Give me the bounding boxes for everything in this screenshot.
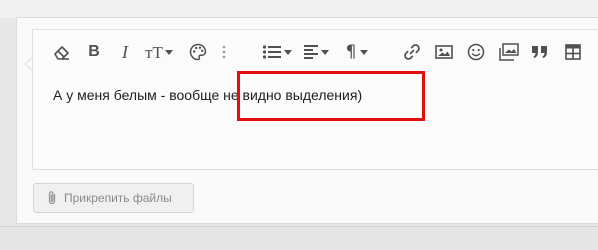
quote-icon bbox=[532, 46, 547, 58]
insert-table-button[interactable] bbox=[562, 39, 584, 65]
chevron-down-icon bbox=[284, 49, 292, 55]
italic-button[interactable]: I bbox=[117, 39, 133, 65]
chevron-down-icon bbox=[321, 49, 329, 55]
text-color-button[interactable] bbox=[187, 39, 209, 65]
insert-image-button[interactable] bbox=[433, 39, 455, 65]
attach-files-button[interactable]: Прикрепить файлы bbox=[33, 183, 194, 213]
font-size-dropdown[interactable]: тT bbox=[142, 39, 176, 65]
list-icon bbox=[262, 45, 281, 59]
media-icon bbox=[499, 43, 519, 61]
align-icon bbox=[304, 45, 318, 59]
link-button[interactable] bbox=[401, 39, 423, 65]
paperclip-icon bbox=[48, 191, 56, 205]
insert-media-button[interactable] bbox=[497, 39, 521, 65]
more-options-button[interactable] bbox=[219, 39, 229, 65]
palette-icon bbox=[189, 43, 207, 61]
list-dropdown[interactable] bbox=[261, 39, 293, 65]
bottom-background bbox=[0, 226, 598, 250]
bold-icon: B bbox=[88, 43, 100, 60]
editor-toolbar: B I тT ¶ bbox=[33, 30, 598, 74]
eraser-icon[interactable] bbox=[51, 39, 73, 65]
italic-icon: I bbox=[122, 42, 128, 62]
link-icon bbox=[404, 44, 420, 60]
attach-files-label: Прикрепить файлы bbox=[64, 191, 172, 205]
top-background bbox=[0, 0, 598, 18]
chevron-down-icon bbox=[360, 49, 369, 55]
chevron-down-icon bbox=[164, 49, 173, 55]
paragraph-icon: ¶ bbox=[345, 41, 357, 62]
font-size-icon: тT bbox=[145, 42, 163, 62]
quote-button[interactable] bbox=[529, 39, 551, 65]
more-vertical-icon bbox=[222, 45, 226, 59]
align-dropdown[interactable] bbox=[301, 39, 331, 65]
table-icon bbox=[565, 44, 581, 60]
emoji-button[interactable] bbox=[465, 39, 487, 65]
paragraph-dropdown[interactable]: ¶ bbox=[342, 39, 372, 65]
smiley-icon bbox=[467, 43, 485, 61]
bold-button[interactable]: B bbox=[85, 39, 103, 65]
red-highlight-annotation bbox=[237, 71, 425, 121]
image-icon bbox=[435, 45, 453, 59]
